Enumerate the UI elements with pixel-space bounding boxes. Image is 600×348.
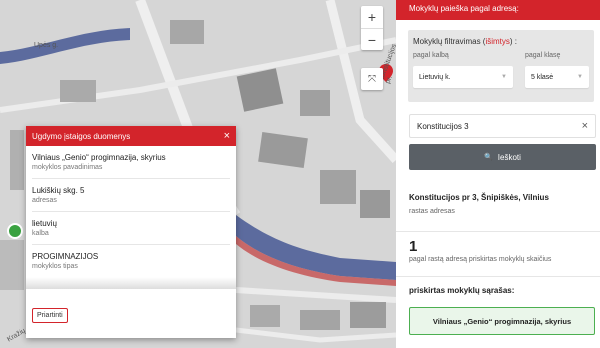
school-list-title: priskirtas mokyklų sąrašas:	[396, 286, 600, 302]
close-icon[interactable]: ×	[224, 130, 230, 142]
clear-icon[interactable]: ×	[582, 120, 588, 132]
filter-title-text: Mokyklų filtravimas (	[413, 37, 486, 46]
address-value: Lukiškių skg. 5	[32, 186, 85, 195]
search-icon: 🔍	[484, 154, 493, 161]
popup-body: Vilniaus „Genio“ progimnazija, skyrius m…	[26, 146, 236, 289]
grade-select-value: 5 klasė	[531, 73, 554, 81]
chevron-down-icon: ▼	[501, 74, 507, 80]
school-count-value: 1	[409, 238, 418, 255]
chevron-down-icon: ▼	[577, 74, 583, 80]
language-filter-label: pagal kalbą	[413, 52, 449, 59]
exceptions-link[interactable]: išimtys	[485, 37, 509, 46]
sidebar-header: Mokyklų paieška pagal adresą:	[396, 0, 600, 20]
grade-select[interactable]: 5 klasė ▼	[525, 66, 589, 88]
search-input-value: Konstitucijos 3	[417, 121, 469, 131]
school-type-value: PROGIMNAZIJOS	[32, 252, 99, 261]
school-count-block: 1 pagal rastą adresą priskirtas mokyklų …	[396, 233, 600, 277]
info-row-language: lietuvių kalba	[32, 212, 230, 245]
school-type-label: mokyklos tipas	[32, 263, 78, 270]
popup-header: Ugdymo įstaigos duomenys ×	[26, 126, 236, 146]
info-row-name: Vilniaus „Genio“ progimnazija, skyrius m…	[32, 146, 230, 179]
zoom-to-button[interactable]: Priartinti	[32, 308, 68, 323]
search-button[interactable]: 🔍 Ieškoti	[409, 144, 596, 170]
found-address-block: Konstitucijos pr 3, Šnipiškės, Vilnius r…	[396, 186, 600, 232]
filter-title: Mokyklų filtravimas (išimtys) :	[413, 37, 517, 46]
grade-filter-label: pagal klasę	[525, 52, 561, 59]
fullscreen-icon: ⤧	[368, 73, 376, 85]
fullscreen-button[interactable]: ⤧	[361, 68, 383, 90]
school-info-popup: Ugdymo įstaigos duomenys × Vilniaus „Gen…	[26, 126, 236, 338]
popup-title: Ugdymo įstaigos duomenys	[32, 131, 131, 141]
info-row-address: Lukiškių skg. 5 adresas	[32, 179, 230, 212]
school-list-title-text: priskirtas mokyklų sąrašas:	[409, 286, 515, 295]
zoom-out-button[interactable]: −	[361, 28, 383, 50]
language-select-value: Lietuvių k.	[419, 73, 451, 81]
filter-title-end: ) :	[509, 37, 518, 46]
address-search-input[interactable]: Konstitucijos 3 ×	[409, 114, 596, 138]
search-button-label: Ieškoti	[497, 152, 521, 162]
street-label: Upės g.	[34, 42, 59, 49]
language-value: lietuvių	[32, 219, 57, 228]
found-address-label: rastas adresas	[409, 208, 455, 215]
school-list-item[interactable]: Vilniaus „Genio“ progimnazija, skyrius	[409, 307, 595, 335]
info-row-type: PROGIMNAZIJOS mokyklos tipas	[32, 245, 230, 277]
language-label: kalba	[32, 230, 49, 237]
zoom-control: + −	[361, 6, 383, 50]
filter-panel: Mokyklų filtravimas (išimtys) : pagal ka…	[408, 30, 594, 102]
zoom-in-button[interactable]: +	[361, 6, 383, 28]
school-name-value: Vilniaus „Genio“ progimnazija, skyrius	[32, 153, 166, 162]
found-address-value: Konstitucijos pr 3, Šnipiškės, Vilnius	[409, 193, 549, 202]
language-select[interactable]: Lietuvių k. ▼	[413, 66, 513, 88]
school-name-label: mokyklos pavadinimas	[32, 164, 103, 171]
school-count-label: pagal rastą adresą priskirtas mokyklų sk…	[409, 256, 552, 263]
scroll-fade	[26, 277, 236, 289]
address-label: adresas	[32, 197, 57, 204]
